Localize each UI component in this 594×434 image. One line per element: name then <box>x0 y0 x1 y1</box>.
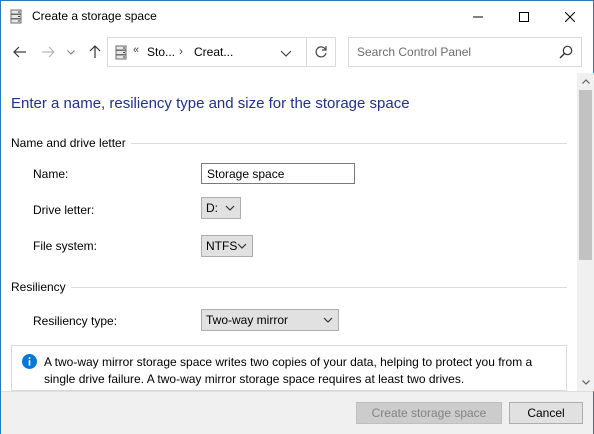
info-icon <box>22 354 37 369</box>
drive-letter-select[interactable]: D: <box>201 197 241 219</box>
breadcrumb-overflow[interactable]: « <box>133 44 139 56</box>
name-label: Name: <box>33 167 69 181</box>
main-content: Enter a name, resiliency type and size f… <box>1 73 577 391</box>
chevron-down-icon[interactable] <box>280 48 292 58</box>
resiliency-info-text: A two-way mirror storage space writes tw… <box>44 355 533 386</box>
drive-letter-label: Drive letter: <box>33 203 95 217</box>
breadcrumb-create-storage-space[interactable]: Creat... <box>194 45 233 59</box>
maximize-button[interactable] <box>501 1 547 32</box>
arrow-left-icon <box>13 46 26 58</box>
refresh-icon <box>315 46 327 58</box>
search-box[interactable] <box>348 37 582 67</box>
section-resiliency: Resiliency <box>11 280 66 294</box>
arrow-right-icon <box>42 46 55 58</box>
file-system-label: File system: <box>33 239 98 253</box>
page-title: Enter a name, resiliency type and size f… <box>11 95 410 112</box>
section-divider <box>71 287 567 288</box>
title-bar: Create a storage space <box>1 1 593 32</box>
drive-letter-value: D: <box>206 201 218 215</box>
minimize-button[interactable] <box>455 1 501 32</box>
create-storage-space-button[interactable]: Create storage space <box>356 402 502 424</box>
section-divider <box>131 143 567 144</box>
dialog-footer: Create storage space Cancel <box>1 391 593 434</box>
create-storage-space-window: Create a storage space « Sto... › Creat.… <box>0 0 594 434</box>
address-bar[interactable]: « Sto... › Creat... <box>107 37 307 67</box>
navigation-bar: « Sto... › Creat... <box>1 32 593 73</box>
resiliency-type-label: Resiliency type: <box>33 314 118 328</box>
storage-spaces-icon <box>10 9 22 24</box>
resiliency-type-value: Two-way mirror <box>206 313 289 327</box>
close-icon <box>565 11 575 22</box>
arrow-up-icon <box>89 45 101 58</box>
chevron-down-icon <box>67 49 75 55</box>
file-system-value: NTFS <box>206 239 238 253</box>
chevron-down-icon <box>225 205 235 211</box>
resiliency-type-select[interactable]: Two-way mirror <box>201 309 339 331</box>
chevron-down-icon <box>323 317 333 323</box>
chevron-down-icon <box>237 243 247 249</box>
caret-up-icon <box>581 79 590 84</box>
caret-down-icon <box>581 380 590 385</box>
close-button[interactable] <box>547 1 593 32</box>
refresh-button[interactable] <box>306 37 336 67</box>
window-title: Create a storage space <box>32 9 157 23</box>
cancel-button[interactable]: Cancel <box>509 402 583 424</box>
vertical-scrollbar[interactable] <box>577 73 594 391</box>
scrollbar-thumb[interactable] <box>579 90 592 260</box>
maximize-icon <box>519 11 529 22</box>
file-system-select[interactable]: NTFS <box>201 235 253 257</box>
breadcrumb-storage-spaces[interactable]: Sto... <box>147 45 175 59</box>
resiliency-info-box: A two-way mirror storage space writes tw… <box>11 345 567 391</box>
scroll-up-button[interactable] <box>577 73 594 90</box>
recent-locations-button[interactable] <box>64 43 78 61</box>
breadcrumb-separator[interactable]: › <box>179 44 183 58</box>
up-button[interactable] <box>86 43 104 61</box>
scroll-down-button[interactable] <box>577 374 594 391</box>
name-field[interactable] <box>201 163 355 184</box>
back-button[interactable] <box>11 43 29 61</box>
search-input[interactable] <box>349 38 549 66</box>
section-name-and-drive-letter: Name and drive letter <box>11 136 126 150</box>
storage-spaces-icon <box>115 45 127 60</box>
minimize-icon <box>473 16 483 17</box>
forward-button[interactable] <box>39 43 57 61</box>
search-icon[interactable] <box>559 45 573 59</box>
